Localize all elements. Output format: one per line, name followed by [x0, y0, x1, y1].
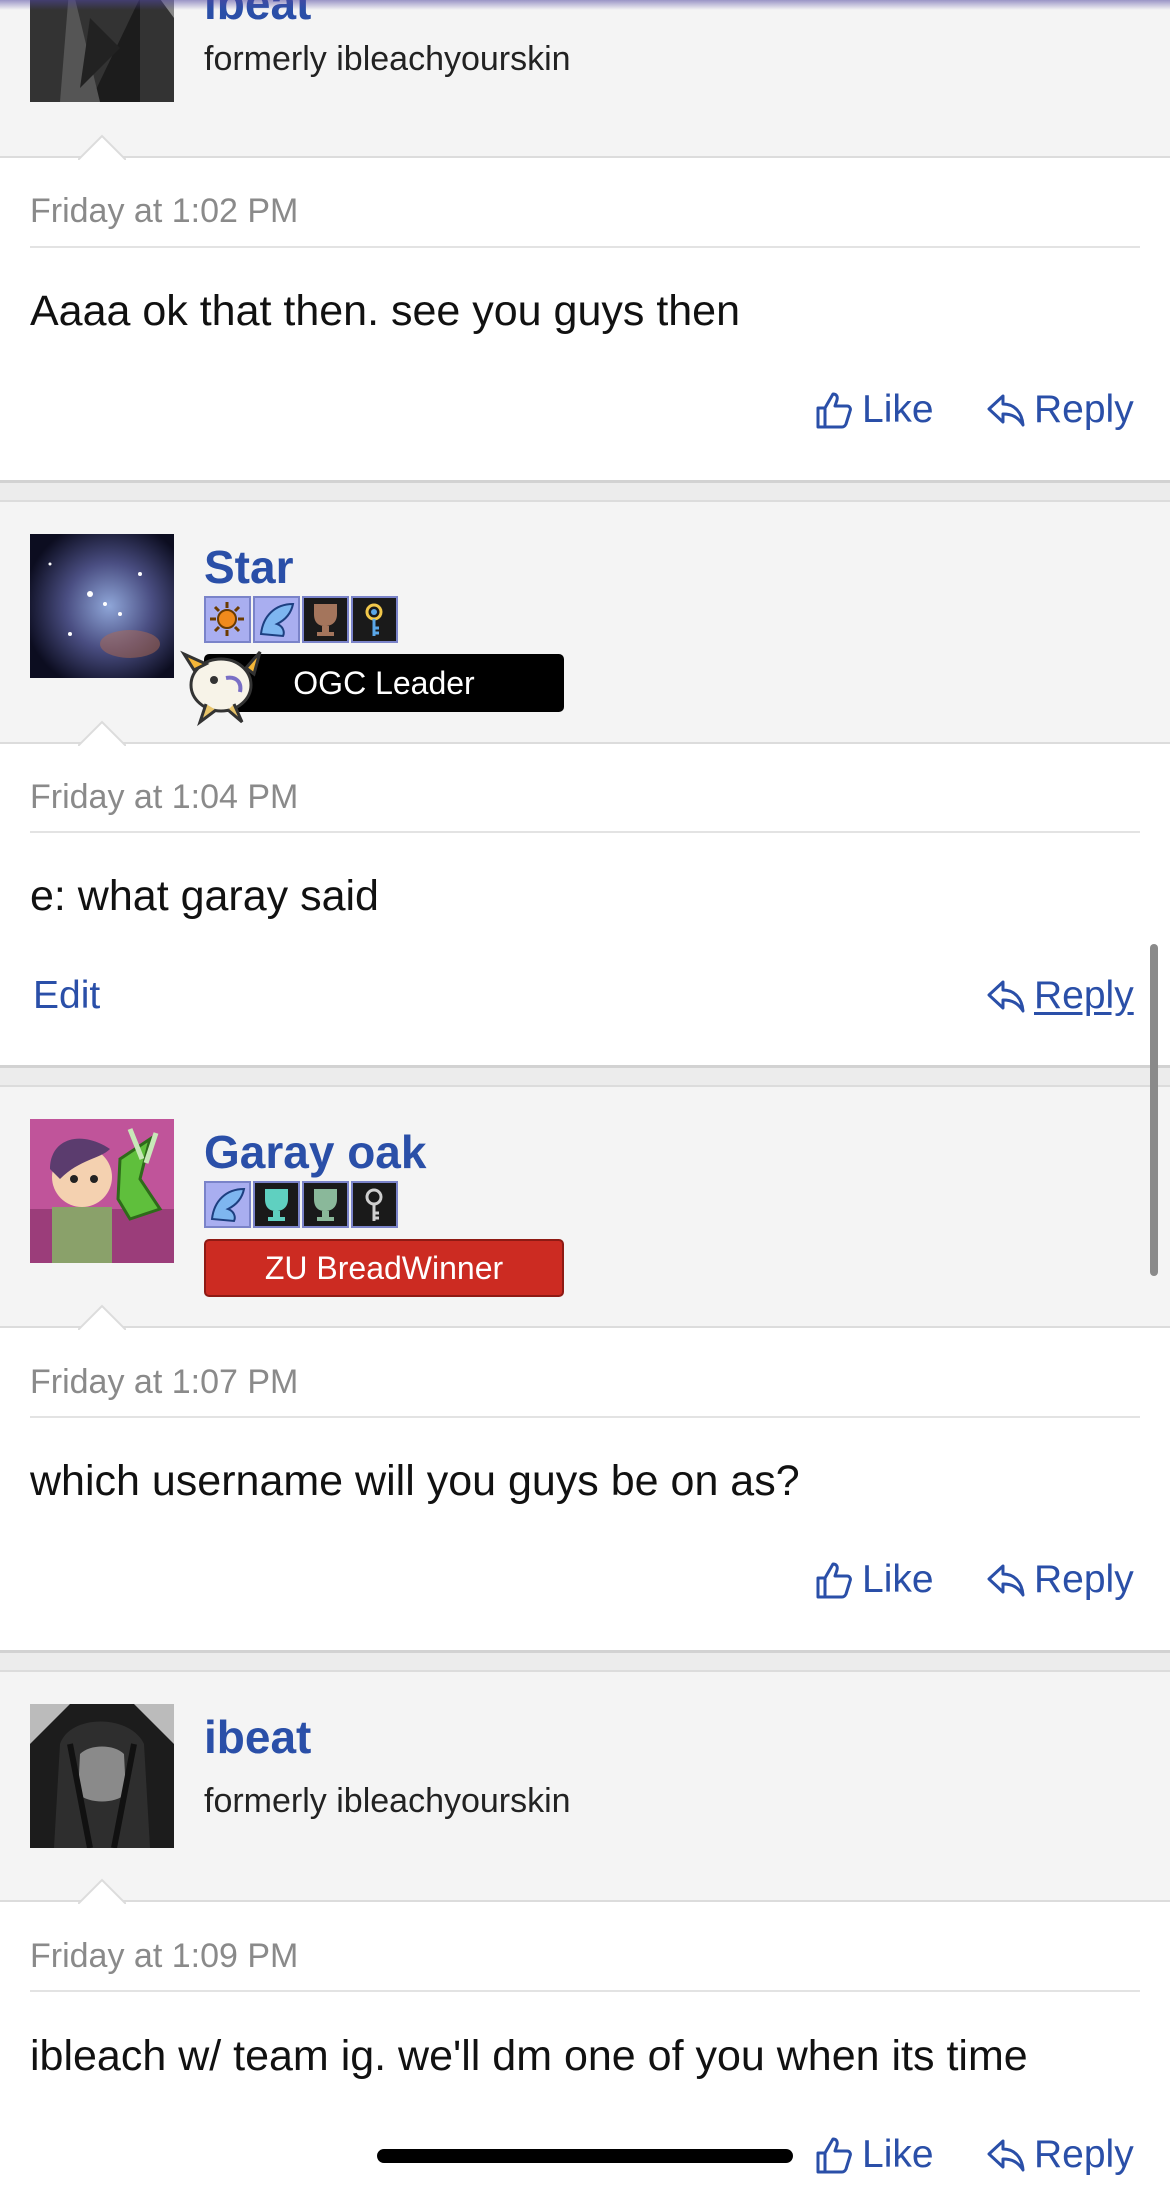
avatar-star[interactable]: [30, 534, 174, 678]
username[interactable]: Garay oak: [204, 1125, 426, 1179]
post-separator: [0, 1650, 1170, 1672]
top-bar-shadow: [0, 0, 1170, 10]
post-separator: [0, 480, 1170, 502]
trophy-badges: [204, 596, 398, 643]
divider: [30, 246, 1140, 248]
user-subtitle: formerly ibleachyourskin: [204, 1782, 571, 1820]
reply-label: Reply: [1034, 1558, 1134, 1601]
reply-arrow-icon: [986, 2135, 1026, 2175]
like-button[interactable]: Like: [814, 2133, 934, 2177]
reply-button[interactable]: Reply: [986, 1558, 1134, 1602]
thumbs-up-icon: [814, 390, 854, 430]
post-header: [0, 1672, 1170, 1902]
thumbs-up-icon: [814, 2135, 854, 2175]
post-timestamp[interactable]: Friday at 1:07 PM: [30, 1363, 298, 1402]
like-label: Like: [862, 388, 934, 431]
reply-button[interactable]: Reply: [986, 2133, 1134, 2177]
divider: [30, 1416, 1140, 1418]
scrollbar[interactable]: [1150, 944, 1158, 1276]
like-label: Like: [862, 1558, 934, 1601]
wing-badge-icon: [204, 1181, 251, 1228]
post-message: e: what garay said: [30, 872, 379, 920]
reply-arrow-icon: [986, 976, 1026, 1016]
post-message: which username will you guys be on as?: [30, 1457, 800, 1505]
reply-label: Reply: [1034, 2133, 1134, 2176]
post-message: ibleach w/ team ig. we'll dm one of you …: [30, 2032, 1028, 2080]
reply-button[interactable]: Reply: [986, 974, 1134, 1018]
divider: [30, 1990, 1140, 1992]
avatar-garay-oak[interactable]: [30, 1119, 174, 1263]
header-notch: [78, 134, 126, 160]
reply-arrow-icon: [986, 390, 1026, 430]
thumbs-up-icon: [814, 1560, 854, 1600]
bronze-trophy-icon: [302, 596, 349, 643]
divider: [30, 831, 1140, 833]
avatar-ibeat[interactable]: [30, 1704, 174, 1848]
username[interactable]: ibeat: [204, 1710, 311, 1764]
user-subtitle: formerly ibleachyourskin: [204, 40, 571, 78]
header-notch: [78, 1304, 126, 1330]
sun-badge-icon: [204, 596, 251, 643]
edit-button[interactable]: Edit: [33, 974, 100, 1018]
reply-arrow-icon: [986, 1560, 1026, 1600]
avatar-ibeat[interactable]: [30, 0, 174, 102]
key-badge-icon: [351, 596, 398, 643]
edit-label: Edit: [33, 974, 101, 1017]
post-message: Aaaa ok that then. see you guys then: [30, 287, 741, 335]
post-timestamp[interactable]: Friday at 1:09 PM: [30, 1937, 298, 1976]
silver-key-badge-icon: [351, 1181, 398, 1228]
trophy-badges: [204, 1181, 398, 1228]
wing-badge-icon: [253, 596, 300, 643]
reply-button[interactable]: Reply: [986, 388, 1134, 432]
username[interactable]: Star: [204, 540, 293, 594]
post-timestamp[interactable]: Friday at 1:04 PM: [30, 778, 298, 817]
reply-label: Reply: [1034, 388, 1134, 431]
post-separator: [0, 1065, 1170, 1087]
like-button[interactable]: Like: [814, 388, 934, 432]
green-trophy-icon: [302, 1181, 349, 1228]
like-label: Like: [862, 2133, 934, 2176]
post-header: [0, 0, 1170, 158]
teal-trophy-icon: [253, 1181, 300, 1228]
like-button[interactable]: Like: [814, 1558, 934, 1602]
home-indicator[interactable]: [377, 2149, 793, 2163]
reply-label: Reply: [1034, 974, 1134, 1017]
pokemon-sprite-icon: [176, 640, 266, 730]
header-notch: [78, 720, 126, 746]
header-notch: [78, 1878, 126, 1904]
post-header: [0, 1087, 1170, 1328]
post-timestamp[interactable]: Friday at 1:02 PM: [30, 192, 298, 231]
user-title-banner: ZU BreadWinner: [204, 1239, 564, 1297]
